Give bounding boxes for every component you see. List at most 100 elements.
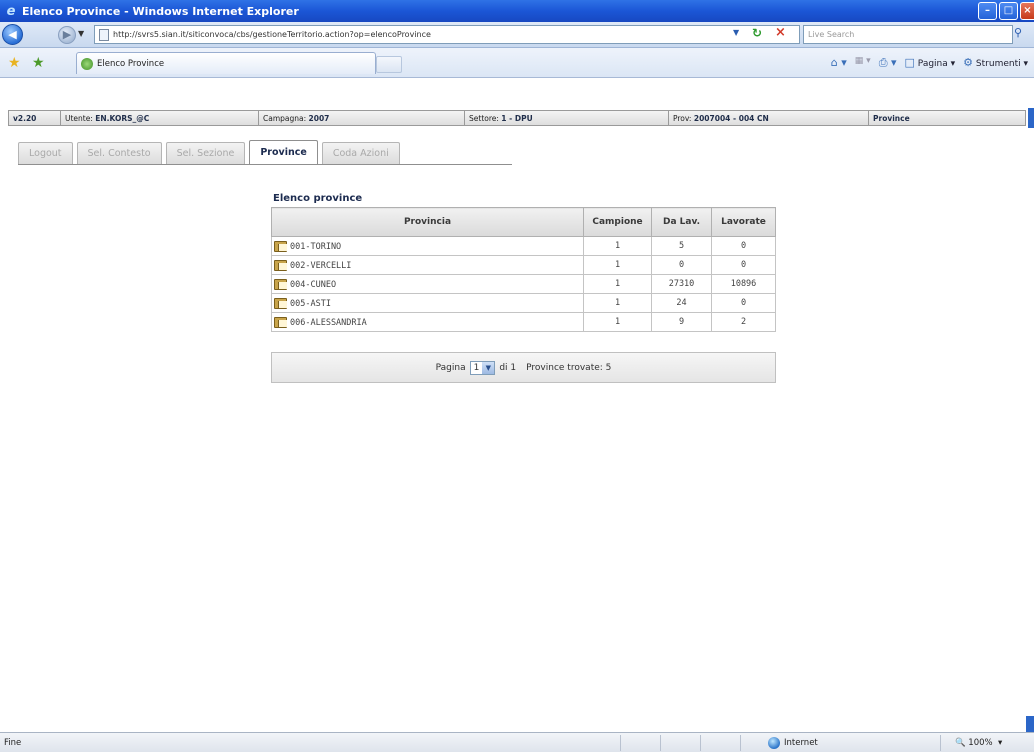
- address-input[interactable]: http://svrs5.sian.it/siticonvoca/cbs/ges…: [94, 25, 800, 44]
- print-icon[interactable]: ⎙ ▾: [879, 56, 897, 70]
- section-text: Province: [873, 113, 910, 123]
- scroll-marker: [1028, 108, 1034, 128]
- new-tab-button[interactable]: [376, 56, 402, 73]
- address-text: http://svrs5.sian.it/siticonvoca/cbs/ges…: [113, 30, 431, 39]
- pager: Pagina 1 ▼ di 1 Province trovate: 5: [271, 352, 776, 383]
- da-lav-cell: 9: [651, 312, 712, 332]
- page-select[interactable]: 1 ▼: [469, 360, 496, 375]
- provincia-cell[interactable]: 005-ASTI: [271, 293, 584, 313]
- page-menu[interactable]: □ Pagina ▾: [905, 56, 956, 70]
- col-lavorate[interactable]: Lavorate: [711, 207, 776, 237]
- table-row[interactable]: 002-VERCELLI 1 0 0: [271, 255, 776, 275]
- folder-icon[interactable]: [274, 240, 287, 252]
- status-divider: [660, 735, 661, 751]
- provincia-name[interactable]: 002-VERCELLI: [290, 261, 351, 271]
- tab-sel-sezione[interactable]: Sel. Sezione: [165, 142, 246, 164]
- search-input[interactable]: Live Search: [803, 25, 1013, 44]
- provincia-name[interactable]: 005-ASTI: [290, 299, 331, 309]
- user-value: EN.KORS_@C: [95, 113, 150, 123]
- context-header: v2.20 Utente: EN.KORS_@C Campagna: 2007 …: [8, 110, 1026, 126]
- province-table: Provincia Campione Da Lav. Lavorate 001-…: [271, 207, 776, 332]
- lavorate-cell: 10896: [711, 274, 776, 294]
- security-zone[interactable]: Internet: [768, 737, 818, 749]
- table-row[interactable]: 006-ALESSANDRIA 1 9 2: [271, 312, 776, 332]
- sector-label: Settore:: [469, 113, 499, 123]
- window-controls: – □ ×: [978, 2, 1034, 20]
- prov-cell: Prov: 2007004 - 004 CN: [669, 111, 869, 125]
- scroll-marker-bottom: [1026, 716, 1034, 732]
- refresh-icon[interactable]: ↻: [752, 26, 762, 40]
- status-divider: [700, 735, 701, 751]
- status-divider: [940, 735, 941, 751]
- chevron-down-icon[interactable]: ▼: [482, 361, 495, 374]
- tab-logout[interactable]: Logout: [18, 142, 73, 164]
- page-select-value: 1: [473, 362, 480, 373]
- window-title-bar: e Elenco Province - Windows Internet Exp…: [0, 0, 1034, 22]
- provincia-name[interactable]: 004-CUNEO: [290, 280, 336, 290]
- forward-button[interactable]: ▶: [58, 26, 76, 44]
- tab-logout-label: Logout: [29, 148, 62, 159]
- search-icon[interactable]: ⚲: [1014, 26, 1022, 39]
- browser-tab-row: ★ ★ Elenco Province ⌂ ▾ ▦ ▾ ⎙ ▾ □ Pagina…: [0, 48, 1034, 78]
- version-text: v2.20: [13, 113, 37, 123]
- folder-icon[interactable]: [274, 278, 287, 290]
- browser-tab-title: Elenco Province: [97, 58, 165, 69]
- table-row[interactable]: 001-TORINO 1 5 0: [271, 236, 776, 256]
- add-favorite-icon[interactable]: ★: [32, 55, 45, 71]
- tab-province-label: Province: [260, 147, 307, 158]
- da-lav-cell: 24: [651, 293, 712, 313]
- command-bar: ⌂ ▾ ▦ ▾ ⎙ ▾ □ Pagina ▾ ⚙ Strumenti ▾: [831, 56, 1028, 70]
- col-campione[interactable]: Campione: [583, 207, 652, 237]
- col-da-lav[interactable]: Da Lav.: [651, 207, 712, 237]
- pager-page-label: Pagina: [435, 362, 466, 373]
- version-cell: v2.20: [9, 111, 61, 125]
- col-provincia[interactable]: Provincia: [271, 207, 584, 237]
- page-menu-label: Pagina: [917, 59, 948, 69]
- address-dropdown-icon[interactable]: ▼: [733, 28, 739, 37]
- close-button[interactable]: ×: [1020, 2, 1034, 20]
- ie-logo-icon: e: [6, 3, 16, 19]
- provincia-cell[interactable]: 004-CUNEO: [271, 274, 584, 294]
- table-header-row: Provincia Campione Da Lav. Lavorate: [271, 207, 776, 237]
- tab-sel-contesto-label: Sel. Contesto: [87, 148, 151, 159]
- provincia-cell[interactable]: 001-TORINO: [271, 236, 584, 256]
- pager-of-label: di 1: [499, 362, 517, 373]
- home-icon[interactable]: ⌂ ▾: [831, 56, 847, 70]
- folder-icon[interactable]: [274, 259, 287, 271]
- table-row[interactable]: 005-ASTI 1 24 0: [271, 293, 776, 313]
- prov-label: Prov:: [673, 113, 692, 123]
- sector-cell: Settore: 1 - DPU: [465, 111, 669, 125]
- provincia-cell[interactable]: 006-ALESSANDRIA: [271, 312, 584, 332]
- campione-cell: 1: [583, 293, 652, 313]
- favorites-star-icon[interactable]: ★: [8, 55, 21, 71]
- zoom-control[interactable]: 🔍 100% ▾: [955, 738, 1002, 748]
- tab-coda-azioni[interactable]: Coda Azioni: [321, 142, 400, 164]
- maximize-button[interactable]: □: [999, 2, 1018, 20]
- status-text: Fine: [4, 738, 22, 748]
- provincia-name[interactable]: 001-TORINO: [290, 242, 341, 252]
- back-button[interactable]: ◀: [2, 24, 23, 45]
- browser-tab[interactable]: Elenco Province: [76, 52, 376, 74]
- folder-icon[interactable]: [274, 297, 287, 309]
- provincia-name[interactable]: 006-ALESSANDRIA: [290, 318, 367, 328]
- da-lav-cell: 5: [651, 236, 712, 256]
- history-dropdown-icon[interactable]: ▼: [78, 29, 84, 38]
- provincia-cell[interactable]: 002-VERCELLI: [271, 255, 584, 275]
- tab-province[interactable]: Province: [249, 140, 318, 164]
- lavorate-cell: 0: [711, 293, 776, 313]
- minimize-button[interactable]: –: [978, 2, 997, 20]
- table-row[interactable]: 004-CUNEO 1 27310 10896: [271, 274, 776, 294]
- feeds-icon[interactable]: ▦ ▾: [855, 56, 871, 70]
- page-icon: [99, 28, 109, 41]
- window-title: Elenco Province - Windows Internet Explo…: [22, 4, 299, 18]
- list-title: Elenco province: [273, 193, 363, 204]
- zoom-value: 100%: [968, 738, 993, 748]
- tab-sel-contesto[interactable]: Sel. Contesto: [76, 142, 162, 164]
- search-placeholder: Live Search: [808, 30, 855, 39]
- pager-found-label: Province trovate: 5: [526, 362, 612, 373]
- tab-page-icon: [81, 57, 93, 70]
- stop-icon[interactable]: ×: [775, 25, 786, 40]
- tools-menu[interactable]: ⚙ Strumenti ▾: [963, 56, 1028, 70]
- zone-label: Internet: [784, 738, 818, 748]
- folder-icon[interactable]: [274, 316, 287, 328]
